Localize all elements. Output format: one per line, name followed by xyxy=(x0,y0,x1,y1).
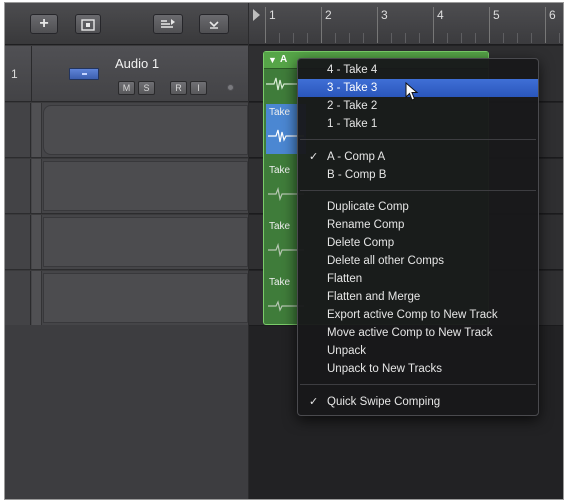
lane-body xyxy=(43,217,248,267)
solo-button[interactable]: S xyxy=(138,81,155,95)
lane-body xyxy=(43,105,248,155)
menu-item-unpack-to-new-tracks[interactable]: Unpack to New Tracks xyxy=(298,360,538,378)
disclosure-triangle-icon[interactable]: ▼ xyxy=(268,55,277,65)
bar-number: 5 xyxy=(493,8,500,22)
logic-window: + 1 Audio 1 M S R I 1 2 3 4 5 6 ▼ A Take… xyxy=(4,2,564,500)
lane-body xyxy=(43,161,248,211)
menu-item-delete-all-other-comps[interactable]: Delete all other Comps xyxy=(298,252,538,270)
beat-tick xyxy=(391,33,392,43)
beat-tick xyxy=(517,33,518,43)
bar-line xyxy=(545,7,546,43)
menu-item-export-active-comp[interactable]: Export active Comp to New Track xyxy=(298,306,538,324)
bar-number: 3 xyxy=(381,8,388,22)
beat-tick xyxy=(503,33,504,43)
menu-item-flatten-and-merge[interactable]: Flatten and Merge xyxy=(298,288,538,306)
lane-number-column xyxy=(5,159,31,213)
menu-separator xyxy=(300,190,536,191)
lane-bracket xyxy=(32,159,42,213)
input-monitor-button[interactable]: I xyxy=(190,81,207,95)
audio-track-icon xyxy=(69,68,99,80)
bar-number: 2 xyxy=(325,8,332,22)
menu-item-move-active-comp[interactable]: Move active Comp to New Track xyxy=(298,324,538,342)
catch-playhead-button[interactable] xyxy=(153,14,183,34)
lane-number-column xyxy=(5,215,31,269)
folder-button[interactable] xyxy=(75,14,101,34)
checkmark-icon: ✓ xyxy=(309,396,319,408)
folder-stack-icon xyxy=(81,19,95,31)
bar-number: 6 xyxy=(549,8,556,22)
mouse-pointer-icon xyxy=(405,82,419,101)
beat-tick xyxy=(447,33,448,43)
menu-item-delete-comp[interactable]: Delete Comp xyxy=(298,234,538,252)
bar-line xyxy=(265,7,266,43)
lane-number-column xyxy=(5,103,31,157)
beat-tick xyxy=(279,33,280,43)
take-label: Take xyxy=(269,107,291,118)
bar-line xyxy=(489,7,490,43)
track-header-audio-1[interactable]: 1 Audio 1 M S R I xyxy=(5,46,248,102)
take-lane-header[interactable] xyxy=(5,271,248,326)
take-folder-context-menu: 4 - Take 4 3 - Take 3 2 - Take 2 1 - Tak… xyxy=(297,58,539,416)
menu-item-rename-comp[interactable]: Rename Comp xyxy=(298,216,538,234)
beat-tick xyxy=(293,33,294,43)
beat-tick xyxy=(307,33,308,43)
take-lane-header[interactable] xyxy=(5,103,248,158)
lane-number-column xyxy=(5,271,31,325)
mute-button[interactable]: M xyxy=(118,81,135,95)
take-label: Take xyxy=(269,221,291,232)
checkmark-icon: ✓ xyxy=(309,151,319,163)
bar-line xyxy=(433,7,434,43)
beat-tick xyxy=(335,33,336,43)
menu-item-label: Quick Swipe Comping xyxy=(327,396,441,408)
track-name[interactable]: Audio 1 xyxy=(115,56,159,71)
menu-item-duplicate-comp[interactable]: Duplicate Comp xyxy=(298,198,538,216)
lane-bracket xyxy=(32,103,42,157)
beat-tick xyxy=(405,33,406,43)
lane-bracket xyxy=(32,215,42,269)
playhead-catch-icon xyxy=(161,19,175,28)
bar-line xyxy=(321,7,322,43)
chevron-down-icon xyxy=(209,21,219,29)
track-number: 1 xyxy=(11,67,18,81)
add-track-button[interactable]: + xyxy=(30,14,58,34)
menu-item-take-1[interactable]: 1 - Take 1 xyxy=(298,115,538,133)
bar-number: 1 xyxy=(269,8,276,22)
beat-tick xyxy=(419,33,420,43)
menu-item-unpack[interactable]: Unpack xyxy=(298,342,538,360)
empty-track-area[interactable] xyxy=(5,325,248,499)
lane-bracket xyxy=(32,271,42,325)
beat-tick xyxy=(349,33,350,43)
bar-number: 4 xyxy=(437,8,444,22)
bar-line xyxy=(377,7,378,43)
plus-icon: + xyxy=(39,15,49,32)
take-label: Take xyxy=(269,277,291,288)
playhead-marker-icon[interactable] xyxy=(253,9,260,21)
beat-tick xyxy=(475,33,476,43)
bar-ruler[interactable]: 1 2 3 4 5 6 xyxy=(249,3,563,45)
region-comp-letter: A xyxy=(280,54,288,65)
menu-item-take-4[interactable]: 4 - Take 4 xyxy=(298,61,538,79)
beat-tick xyxy=(363,33,364,43)
track-number-divider xyxy=(31,46,32,102)
take-label: Take xyxy=(269,165,291,176)
menu-separator xyxy=(300,384,536,385)
menu-item-flatten[interactable]: Flatten xyxy=(298,270,538,288)
take-lane-headers xyxy=(5,103,248,326)
menu-separator xyxy=(300,139,536,140)
lane-body xyxy=(43,273,248,323)
track-options-button[interactable] xyxy=(199,14,229,34)
beat-tick xyxy=(531,33,532,43)
track-header-toolbar: + xyxy=(5,3,248,45)
take-lane-header[interactable] xyxy=(5,159,248,214)
menu-item-label: A - Comp A xyxy=(327,151,386,163)
menu-item-comp-b[interactable]: B - Comp B xyxy=(298,166,538,184)
menu-item-quick-swipe-comping[interactable]: ✓ Quick Swipe Comping xyxy=(298,393,538,411)
take-lane-header[interactable] xyxy=(5,215,248,270)
track-header-area: + 1 Audio 1 M S R I xyxy=(5,3,248,499)
beat-tick xyxy=(461,33,462,43)
record-dot-icon[interactable] xyxy=(227,84,234,91)
record-enable-button[interactable]: R xyxy=(170,81,187,95)
beat-tick xyxy=(559,33,560,43)
menu-item-comp-a[interactable]: ✓ A - Comp A xyxy=(298,148,538,166)
